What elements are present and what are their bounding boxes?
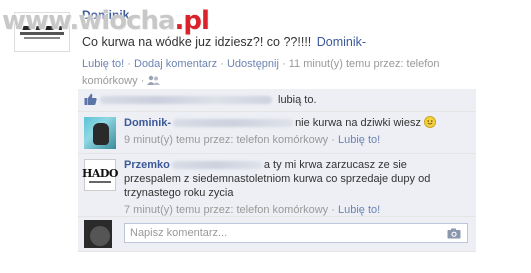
comment-body: Przemko a ty mi krwa zarzucasz ze sie prz…: [124, 158, 464, 217]
likes-summary: lubią to.: [78, 89, 476, 112]
comment-composer: Napisz komentarz...: [78, 217, 476, 252]
comment-body: Dominik-nie kurwa na dziwki wiesz 9 minu…: [124, 116, 464, 147]
thumbs-up-icon: [84, 93, 97, 109]
comment-input-placeholder: Napisz komentarz...: [130, 227, 228, 239]
feedback-box: lubią to. Dominik-nie kurwa na dziwki wi…: [78, 89, 476, 259]
comment-input[interactable]: Napisz komentarz...: [124, 223, 468, 243]
comment-like-link[interactable]: Lubię to!: [338, 134, 380, 146]
likes-text: lubią to.: [278, 94, 317, 106]
avatar-graphic: [89, 181, 111, 183]
comment-item: Dominik-nie kurwa na dziwki wiesz 9 minu…: [78, 112, 476, 154]
comment-meta: 7 minut(y) temu przez: telefon komórkowy…: [124, 203, 464, 217]
redacted-names: [100, 96, 272, 104]
comment-meta: 9 minut(y) temu przez: telefon komórkowy…: [124, 133, 464, 147]
separator: ·: [140, 75, 145, 87]
current-user-avatar: [84, 220, 112, 248]
post-message-text: Co kurwa na wódke juz idziesz?! co ??!!!…: [82, 35, 315, 49]
redacted-name: [171, 161, 262, 170]
post-message: Co kurwa na wódke juz idziesz?! co ??!!!…: [82, 35, 366, 49]
separator: ·: [127, 58, 131, 70]
camera-icon[interactable]: [447, 228, 461, 242]
separator: ·: [220, 58, 224, 70]
separator: ·: [282, 58, 286, 70]
post-comment-link[interactable]: Dodaj komentarz: [134, 58, 217, 70]
smiley-emoticon-icon: [424, 116, 437, 128]
commenter-avatar[interactable]: [84, 117, 116, 149]
comment-item: HADO Przemko a ty mi krwa zarzucasz ze si…: [78, 154, 476, 217]
comment-text: nie kurwa na dziwki wiesz: [295, 117, 421, 129]
separator: ·: [331, 134, 335, 146]
redacted-name: [173, 119, 294, 128]
comment-timestamp: 7 minut(y) temu przez: telefon komórkowy: [124, 204, 329, 216]
comment-author[interactable]: Przemko: [124, 159, 170, 171]
post-tagged-user[interactable]: Dominik-: [317, 35, 366, 49]
comment-author[interactable]: Dominik-: [124, 117, 171, 129]
watermark-logo: www.wiocha.pl: [2, 6, 210, 36]
post-meta: Lubię to! · Dodaj komentarz · Udostępnij…: [82, 56, 442, 92]
comment-like-link[interactable]: Lubię to!: [338, 204, 380, 216]
post-share-link[interactable]: Udostępnij: [227, 58, 279, 70]
commenter-avatar[interactable]: HADO: [81, 159, 119, 191]
avatar-graphic: [24, 36, 60, 39]
post-like-link[interactable]: Lubię to!: [82, 58, 124, 70]
comment-timestamp: 9 minut(y) temu przez: telefon komórkowy: [124, 134, 329, 146]
avatar-logo-text: HADO: [81, 167, 119, 180]
separator: ·: [331, 204, 335, 216]
